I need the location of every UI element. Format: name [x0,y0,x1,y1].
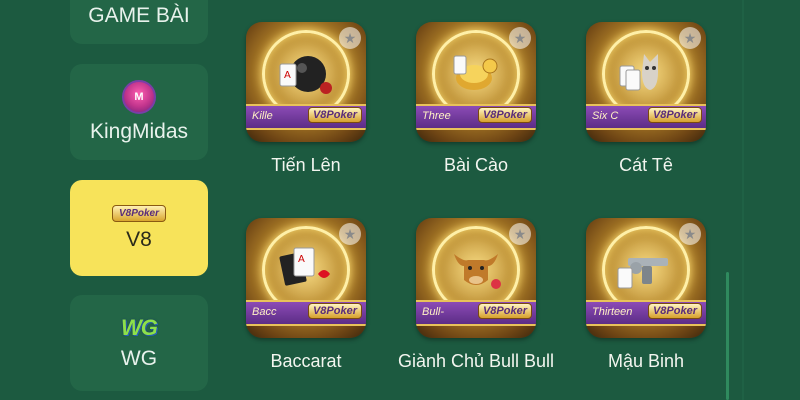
game-card-bai-cao[interactable]: ★ Three V8Poker Bài Cào [396,22,556,178]
game-title: Mậu Binh [607,351,685,371]
wg-logo-icon: WG [121,315,158,341]
v8poker-badge: V8Poker [647,303,702,319]
banner-text: Thirteen [592,306,633,318]
bull-head-art [444,240,508,296]
game-title: Giành Chủ Bull Bull [397,351,555,371]
provider-label: WG [120,347,158,370]
favorite-star-icon[interactable]: ★ [339,223,361,245]
favorite-star-icon[interactable]: ★ [339,27,361,49]
game-banner: Thirteen V8Poker [586,300,706,326]
game-card-cat-te[interactable]: ★ Six C V8Poker Cát Tê [566,22,726,178]
provider-label: GAME BÀI [88,4,190,27]
v8poker-badge: V8Poker [647,107,702,123]
game-card-mau-binh[interactable]: ★ Thirteen V8Poker Mậu Binh [566,218,726,374]
kingmidas-logo-icon: M [122,80,156,114]
game-title: Tiến Lên [271,155,341,175]
game-thumbnail[interactable]: ★ Six C V8Poker [586,22,706,142]
scrollbar-thumb[interactable] [726,272,729,400]
game-banner: Six C V8Poker [586,104,706,130]
game-thumbnail[interactable]: A ★ Bacc V8Poker [246,218,366,338]
pistol-cards-art [614,240,678,296]
provider-tab-game-bai[interactable]: GAME BÀI [70,0,208,44]
svg-text:A: A [298,254,305,265]
provider-label: V8 [126,227,152,251]
banner-text: Bacc [252,306,277,318]
cat-cards-art [614,44,678,100]
svg-text:A: A [284,70,291,81]
favorite-star-icon[interactable]: ★ [679,27,701,49]
bomb-cards-art: A [274,44,338,100]
v8poker-badge: V8Poker [477,303,532,319]
provider-label: KingMidas [89,120,189,143]
game-banner: Bacc V8Poker [246,300,366,326]
panel-divider [742,0,744,400]
banner-text: Bull- [422,306,445,318]
game-title: Baccarat [270,351,342,371]
game-thumbnail[interactable]: ★ Bull- V8Poker [416,218,536,338]
kingmidas-logo-text: M [122,80,156,114]
favorite-star-icon[interactable]: ★ [509,223,531,245]
game-card-baccarat[interactable]: A ★ Bacc V8Poker Baccarat [226,218,386,374]
game-banner: Bull- V8Poker [416,300,536,326]
v8poker-badge: V8Poker [307,107,362,123]
game-banner: Kille V8Poker [246,104,366,130]
game-card-tien-len[interactable]: A ★ Kille V8Poker Tiến Lên [226,22,386,178]
provider-tab-v8[interactable]: V8Poker V8 [70,180,208,276]
wg-logo-text: WG [121,315,158,340]
banner-text: Six C [592,110,619,122]
game-title: Bài Cào [443,155,509,175]
gold-coins-art [444,44,508,100]
game-banner: Three V8Poker [416,104,536,130]
game-thumbnail[interactable]: A ★ Kille V8Poker [246,22,366,142]
banner-text: Three [422,110,451,122]
game-thumbnail[interactable]: ★ Thirteen V8Poker [586,218,706,338]
favorite-star-icon[interactable]: ★ [509,27,531,49]
v8poker-badge: V8Poker [477,107,532,123]
v8poker-logo-icon: V8Poker [111,204,167,222]
v8poker-badge: V8Poker [307,303,362,319]
game-title: Cát Tê [619,155,673,175]
playing-cards-art: A [274,240,338,296]
provider-tab-kingmidas[interactable]: M KingMidas [70,64,208,160]
provider-sidebar: GAME BÀI M KingMidas V8Poker V8 WG WG [0,0,230,400]
game-thumbnail[interactable]: ★ Three V8Poker [416,22,536,142]
provider-tab-wg[interactable]: WG WG [70,295,208,391]
game-card-bull-bull[interactable]: ★ Bull- V8Poker Giành Chủ Bull Bull [396,218,556,374]
banner-text: Kille [252,110,273,122]
favorite-star-icon[interactable]: ★ [679,223,701,245]
v8poker-logo-text: V8Poker [111,204,167,222]
